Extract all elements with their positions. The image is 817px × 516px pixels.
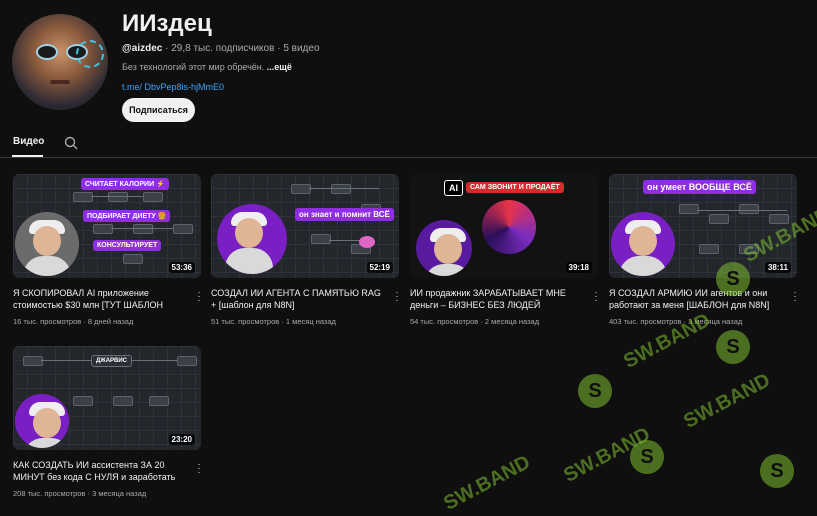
thumb-tag: САМ ЗВОНИТ И ПРОДАЁТ [466, 182, 564, 193]
channel-meta: @aizdec · 29,8 тыс. подписчиков · 5 виде… [122, 43, 320, 54]
avatar-mouth [50, 80, 70, 84]
channel-description[interactable]: Без технологий этот мир обречён. ...ещё [122, 62, 292, 72]
more-actions-icon[interactable]: · · · [791, 288, 799, 305]
search-icon[interactable] [64, 136, 78, 150]
creator-photo [611, 212, 675, 276]
description-text: Без технологий этот мир обречён. [122, 62, 265, 72]
more-link[interactable]: ...ещё [267, 62, 292, 72]
view-count: 403 тыс. просмотров [609, 317, 682, 326]
subscribe-button[interactable]: Подписаться [122, 98, 195, 122]
upload-age: 3 месяца назад [688, 317, 743, 326]
creator-photo [416, 220, 472, 276]
watermark: SW.BAND [440, 451, 534, 515]
view-count: 54 тыс. просмотров [410, 317, 479, 326]
watermark: SW.BAND [560, 423, 654, 487]
thumb-tag: он знает и помнит ВСЁ [295, 208, 394, 221]
video-thumbnail[interactable]: он умеет ВООБЩЕ ВСЁ 38:11 [609, 174, 797, 278]
video-duration: 52:19 [366, 262, 393, 273]
video-thumbnail[interactable]: он знает и помнит ВСЁ 52:19 [211, 174, 399, 278]
watermark-logo-icon: S [578, 374, 612, 408]
creator-photo [217, 204, 287, 274]
video-meta: 403 тыс. просмотров · 3 месяца назад [609, 317, 743, 326]
watermark-logo-icon: S [630, 440, 664, 474]
video-meta: 208 тыс. просмотров · 3 месяца назад [13, 489, 147, 498]
thumb-tag: он умеет ВООБЩЕ ВСЁ [643, 180, 756, 194]
video-thumbnail[interactable]: AI САМ ЗВОНИТ И ПРОДАЁТ 39:18 [410, 174, 598, 278]
video-thumbnail[interactable]: ДЖАРВИС 23:20 [13, 346, 201, 450]
channel-link[interactable]: t.me/ DbvPep8is-hjMmE0 [122, 82, 224, 92]
video-title[interactable]: Я СКОПИРОВАЛ AI приложение стоимостью $3… [13, 287, 185, 311]
channel-handle: @aizdec [122, 43, 163, 54]
upload-age: 2 месяца назад [484, 317, 540, 326]
video-duration: 39:18 [565, 262, 592, 273]
video-meta: 54 тыс. просмотров · 2 месяца назад [410, 317, 540, 326]
watermark: SW.BAND [680, 369, 774, 433]
video-meta: 51 тыс. просмотров · 1 месяц назад [211, 317, 336, 326]
upload-age: 8 дней назад [87, 317, 134, 326]
watermark-logo-icon: S [716, 330, 750, 364]
creator-photo [15, 394, 69, 448]
video-title[interactable]: СОЗДАЛ ИИ АГЕНТА С ПАМЯТЬЮ RAG + [шаблон… [211, 287, 383, 311]
video-title[interactable]: Я СОЗДАЛ АРМИЮ ИИ агентов и они работают… [609, 287, 781, 311]
upload-age: 1 месяц назад [285, 317, 336, 326]
avatar-eye [36, 44, 58, 60]
brain-icon [359, 236, 375, 248]
channel-tabs: Видео [0, 130, 817, 158]
video-title[interactable]: КАК СОЗДАТЬ ИИ ассистента ЗА 20 МИНУТ бе… [13, 459, 185, 483]
upload-age: 3 месяца назад [92, 489, 147, 498]
view-count: 16 тыс. просмотров [13, 317, 82, 326]
thumb-tag: ДЖАРВИС [91, 355, 133, 367]
more-actions-icon[interactable]: · · · [592, 288, 600, 305]
tab-videos[interactable]: Видео [13, 136, 44, 147]
subscriber-count: 29,8 тыс. подписчиков [171, 43, 275, 54]
view-count: 51 тыс. просмотров [211, 317, 280, 326]
thumb-tag: КОНСУЛЬТИРУЕТ [93, 240, 162, 251]
video-duration: 38:11 [764, 262, 791, 273]
video-count: 5 видео [283, 43, 320, 54]
thumb-tag: СЧИТАЕТ КАЛОРИИ ⚡ [81, 178, 169, 190]
more-actions-icon[interactable]: · · · [195, 460, 203, 477]
more-actions-icon[interactable]: · · · [393, 288, 401, 305]
video-duration: 53:36 [168, 262, 195, 273]
channel-avatar[interactable] [12, 14, 108, 110]
thumb-tag: AI [444, 180, 463, 196]
avatar-hud-icon [76, 40, 104, 68]
tab-active-indicator [12, 155, 43, 157]
more-actions-icon[interactable]: · · · [195, 288, 203, 305]
video-title[interactable]: ИИ продажник ЗАРАБАТЫВАЕТ МНЕ деньги – Б… [410, 287, 582, 311]
view-count: 208 тыс. просмотров [13, 489, 86, 498]
video-thumbnail[interactable]: СЧИТАЕТ КАЛОРИИ ⚡ ПОДБИРАЕТ ДИЕТУ 🍔 КОНС… [13, 174, 201, 278]
creator-photo [15, 212, 79, 276]
channel-name: ИИздец [122, 10, 212, 37]
thumb-tag: ПОДБИРАЕТ ДИЕТУ 🍔 [83, 210, 171, 222]
video-meta: 16 тыс. просмотров · 8 дней назад [13, 317, 134, 326]
voice-orb-icon [482, 200, 536, 254]
video-duration: 23:20 [168, 434, 195, 445]
watermark-logo-icon: S [760, 454, 794, 488]
